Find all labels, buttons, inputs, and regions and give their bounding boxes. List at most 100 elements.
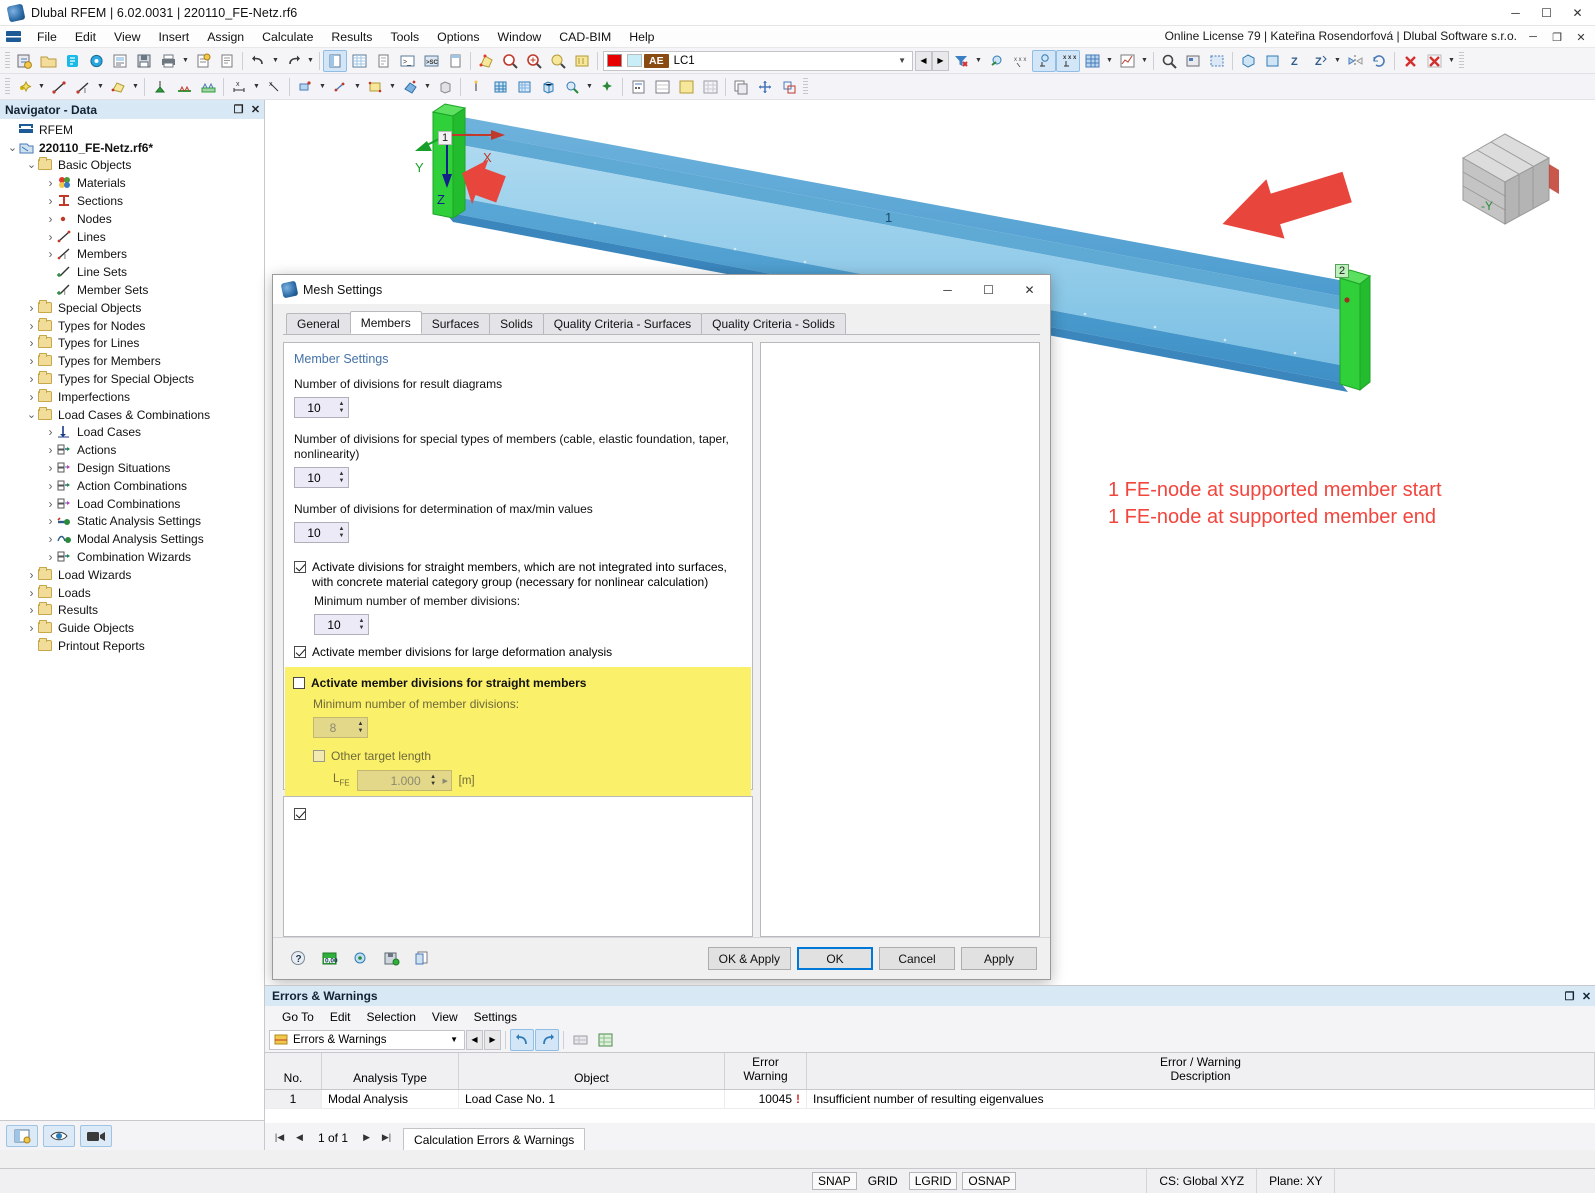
view-iso-icon[interactable] (1236, 50, 1260, 72)
field-special-types-input[interactable]: 10 ▲ ▼ (294, 467, 349, 488)
result-table-dropdown-icon[interactable]: ▼ (1104, 50, 1115, 72)
tab-solids[interactable]: Solids (489, 313, 544, 334)
dimension-dropdown-icon[interactable]: ▼ (251, 76, 262, 98)
chevron-right-icon[interactable]: › (25, 603, 38, 617)
view-z-icon[interactable]: Z (1284, 50, 1308, 72)
clear-icon[interactable] (1422, 50, 1446, 72)
ok-and-apply-button[interactable]: OK & Apply (707, 947, 791, 970)
view-front-icon[interactable] (1260, 50, 1284, 72)
redo-dropdown-icon[interactable]: ▼ (305, 50, 316, 72)
menu-insert[interactable]: Insert (149, 28, 198, 46)
chevron-right-icon[interactable]: › (25, 336, 38, 350)
model-settings-icon[interactable] (84, 50, 108, 72)
checkbox-concrete-divisions-box[interactable] (294, 561, 306, 573)
table-row[interactable]: 1 Modal Analysis Load Case No. 1 10045 !… (265, 1090, 1595, 1109)
new-surface-icon[interactable] (106, 76, 130, 98)
hidden-results-icon[interactable]: x x x (1008, 50, 1032, 72)
open-file-icon[interactable] (36, 50, 60, 72)
new-node-dropdown-icon[interactable]: ▼ (36, 76, 47, 98)
copy-objects-icon[interactable] (729, 76, 753, 98)
filter-dropdown-icon[interactable]: ▼ (973, 50, 984, 72)
navigator-item-load-cases-combinations[interactable]: ⌄ Load Cases & Combinations (0, 406, 264, 424)
chevron-right-icon[interactable]: › (44, 514, 57, 528)
pager-first-icon[interactable]: |◀ (271, 1127, 288, 1147)
navigator-item-printout-reports[interactable]: Printout Reports (0, 637, 264, 655)
status-toggle-snap[interactable]: SNAP (812, 1172, 857, 1190)
status-toggle-grid[interactable]: GRID (862, 1172, 904, 1190)
cancel-button[interactable]: Cancel (879, 947, 955, 970)
menu-calculate[interactable]: Calculate (253, 28, 322, 46)
tab-quality-criteria-solids[interactable]: Quality Criteria - Solids (701, 313, 846, 334)
menu-window[interactable]: Window (489, 28, 551, 46)
navigator-item-action-combinations[interactable]: › Action Combinations (0, 477, 264, 495)
errors-menu-selection[interactable]: Selection (359, 1009, 424, 1025)
checkbox-straight-members-box[interactable] (293, 677, 305, 689)
table-view-icon[interactable] (650, 76, 674, 98)
pager-next-icon[interactable]: ▶ (358, 1127, 375, 1147)
navigator-item-lines[interactable]: › Lines (0, 228, 264, 246)
chevron-right-icon[interactable]: › (25, 568, 38, 582)
navigator-panel-icon[interactable] (323, 49, 347, 72)
tab-quality-criteria-surfaces[interactable]: Quality Criteria - Surfaces (542, 313, 703, 334)
chevron-right-icon[interactable]: › (25, 621, 38, 635)
doc-restore-icon[interactable]: ❐ (1545, 26, 1569, 48)
nodal-load-dropdown-icon[interactable]: ▼ (317, 76, 328, 98)
section-view-icon[interactable] (674, 76, 698, 98)
doc-close-icon[interactable]: ✕ (1569, 26, 1593, 48)
toolbar-grip-2[interactable] (5, 77, 10, 96)
chevron-right-icon[interactable]: › (25, 319, 38, 333)
navigator-item-actions[interactable]: › Actions (0, 441, 264, 459)
mirror-icon[interactable] (1343, 50, 1367, 72)
pager-last-icon[interactable]: ▶| (378, 1127, 395, 1147)
rotate-icon[interactable] (1367, 50, 1391, 72)
save-icon[interactable] (132, 50, 156, 72)
copy-settings-icon[interactable] (410, 948, 435, 970)
search-model-icon[interactable] (1157, 50, 1181, 72)
spinner-buttons[interactable]: ▲ ▼ (335, 401, 348, 414)
delete-dropdown-icon[interactable]: ▼ (1446, 50, 1457, 72)
snap-node-icon[interactable] (595, 76, 619, 98)
menu-help[interactable]: Help (620, 28, 663, 46)
toolbar-overflow-2[interactable] (803, 77, 808, 96)
navigator-item-static-analysis-settings[interactable]: › Static Analysis Settings (0, 513, 264, 531)
spinner-buttons[interactable]: ▲ ▼ (355, 618, 368, 631)
chevron-right-icon[interactable]: › (44, 230, 57, 244)
errors-menu-edit[interactable]: Edit (322, 1009, 359, 1025)
menu-file[interactable]: File (28, 28, 66, 46)
delete-icon[interactable] (1398, 50, 1422, 72)
zoom-window-icon[interactable] (498, 50, 522, 72)
field-maxmin-input[interactable]: 10 ▲ ▼ (294, 522, 349, 543)
chevron-right-icon[interactable]: › (25, 390, 38, 404)
mesh-settings-dialog[interactable]: Mesh Settings ─ ☐ ✕ General Members Surf… (272, 274, 1051, 980)
spinner-buttons[interactable]: ▲ ▼ (335, 471, 348, 484)
dialog-close-icon[interactable]: ✕ (1009, 275, 1050, 304)
dialog-minimize-icon[interactable]: ─ (927, 275, 968, 304)
checkbox-large-deformation[interactable]: Activate member divisions for large defo… (294, 645, 742, 660)
print-dropdown-icon[interactable]: ▼ (180, 50, 191, 72)
errors-menu-settings[interactable]: Settings (466, 1009, 525, 1025)
redo-icon[interactable] (281, 50, 305, 72)
new-member-dropdown-icon[interactable]: ▼ (95, 76, 106, 98)
mesh-tools-dropdown-icon[interactable]: ▼ (584, 76, 595, 98)
view-box-icon[interactable] (570, 50, 594, 72)
menu-cad-bim[interactable]: CAD-BIM (550, 28, 620, 46)
errors-redo-icon[interactable] (535, 1028, 559, 1051)
menu-results[interactable]: Results (322, 28, 381, 46)
navigator-item-rfem[interactable]: RFEM (0, 121, 264, 139)
status-toggle-osnap[interactable]: OSNAP (962, 1172, 1017, 1190)
mesh-tools-icon[interactable] (560, 76, 584, 98)
navigator-item-materials[interactable]: › Materials (0, 174, 264, 192)
navigator-item-types-for-nodes[interactable]: › Types for Nodes (0, 317, 264, 335)
move-objects-icon[interactable] (753, 76, 777, 98)
navigator-item-load-combinations[interactable]: › Load Combinations (0, 495, 264, 513)
navigator-item-basic-objects[interactable]: ⌄ Basic Objects (0, 157, 264, 175)
field-result-diagrams-input[interactable]: 10 ▲ ▼ (294, 397, 349, 418)
chevron-right-icon[interactable]: › (25, 372, 38, 386)
new-member-icon[interactable]: I (71, 76, 95, 98)
undo-icon[interactable] (246, 50, 270, 72)
calc-icon[interactable] (626, 76, 650, 98)
nodal-load-icon[interactable] (293, 76, 317, 98)
undo-dropdown-icon[interactable]: ▼ (270, 50, 281, 72)
navigator-close-icon[interactable]: ✕ (247, 103, 264, 116)
pan-icon[interactable] (546, 50, 570, 72)
